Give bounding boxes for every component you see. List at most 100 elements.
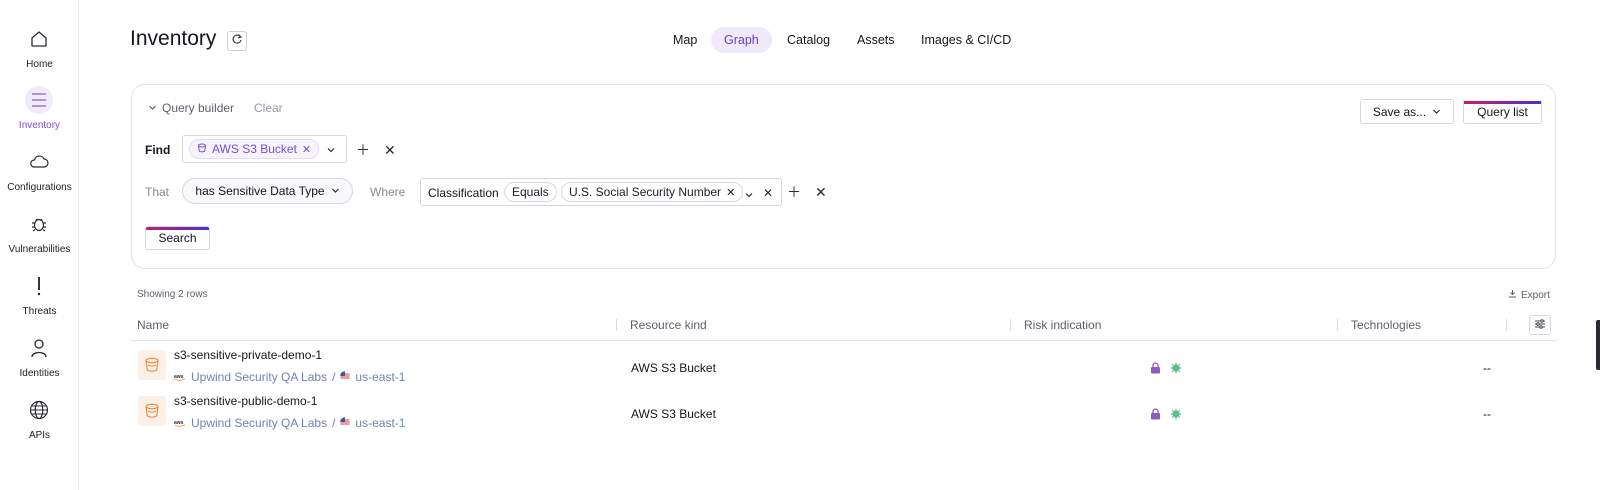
home-icon [25, 25, 53, 53]
risk-indicators [1150, 361, 1182, 379]
sidebar-item-configurations[interactable]: Configurations [0, 148, 79, 206]
resource-kind: AWS S3 Bucket [631, 407, 716, 421]
path-separator: / [332, 370, 336, 384]
sliders-icon [1534, 316, 1546, 334]
sidebar-item-label: Home [26, 59, 53, 70]
table-header: Name Resource kind Risk indication Techn… [131, 313, 1556, 341]
save-as-label: Save as... [1372, 104, 1427, 119]
aws-icon: aws [174, 416, 186, 430]
chevron-down-icon[interactable] [326, 142, 336, 160]
column-divider[interactable] [1337, 319, 1338, 331]
sidebar-item-label: Threats [22, 306, 57, 317]
accent-bar [146, 227, 209, 230]
sidebar-item-inventory[interactable]: Inventory [0, 86, 79, 144]
sidebar-item-home[interactable]: Home [0, 25, 79, 83]
condition-operator-chip[interactable]: Equals [504, 182, 557, 202]
tab-images-cicd[interactable]: Images & CI/CD [908, 27, 1024, 53]
condition-value: U.S. Social Security Number [569, 185, 722, 199]
add-filter-icon[interactable]: ＋ [356, 143, 370, 157]
bucket-icon [138, 396, 166, 426]
cloud-icon [25, 148, 53, 176]
resource-name[interactable]: s3-sensitive-public-demo-1 [174, 394, 317, 408]
tab-assets[interactable]: Assets [844, 27, 908, 53]
download-icon [1508, 289, 1517, 301]
resource-location: aws Upwind Security QA Labs / us-east-1 [174, 416, 405, 430]
page-title: Inventory [130, 27, 217, 50]
table-row[interactable]: s3-sensitive-public-demo-1 aws Upwind Se… [131, 392, 1556, 438]
chevron-down-icon[interactable] [744, 187, 754, 205]
sidebar-item-label: APIs [28, 430, 51, 441]
risk-indicators [1150, 407, 1182, 425]
us-flag-icon [340, 416, 351, 430]
clear-button[interactable]: Clear [254, 101, 283, 115]
sidebar-item-vulnerabilities[interactable]: Vulnerabilities [0, 210, 79, 268]
resource-type-select[interactable]: AWS S3 Bucket ✕ [182, 135, 347, 163]
find-label: Find [145, 143, 171, 157]
resource-name[interactable]: s3-sensitive-private-demo-1 [174, 348, 322, 362]
us-flag-icon [340, 370, 351, 384]
sidebar-item-label: Identities [19, 368, 60, 379]
resource-type-chip: AWS S3 Bucket ✕ [189, 139, 320, 159]
column-divider[interactable] [1010, 319, 1011, 331]
sidebar-item-apis[interactable]: APIs [0, 396, 79, 454]
relation-value: has Sensitive Data Type [195, 184, 325, 198]
tab-map[interactable]: Map [660, 27, 710, 53]
row-count: Showing 2 rows [137, 289, 208, 300]
column-divider[interactable] [616, 319, 617, 331]
sidebar-item-label: Inventory [18, 120, 61, 131]
resource-type-value: AWS S3 Bucket [212, 142, 297, 156]
remove-chip-icon[interactable]: ✕ [302, 143, 311, 156]
person-icon [25, 334, 53, 362]
refresh-button[interactable] [227, 31, 247, 51]
close-icon[interactable]: ✕ [384, 143, 396, 157]
add-condition-icon[interactable]: ＋ [787, 185, 801, 199]
sidebar-item-threats[interactable]: Threats [0, 272, 79, 330]
lock-icon [1150, 407, 1161, 425]
sidebar-item-label: Vulnerabilities [8, 244, 71, 255]
technologies-value: -- [1483, 361, 1491, 375]
tab-catalog[interactable]: Catalog [774, 27, 843, 53]
column-settings-button[interactable] [1529, 315, 1551, 335]
save-as-button[interactable]: Save as... [1360, 99, 1454, 124]
data-sensitive-icon [1170, 361, 1182, 379]
region-name[interactable]: us-east-1 [355, 416, 405, 430]
sidebar-item-label: Configurations [7, 182, 72, 193]
column-divider[interactable] [1506, 319, 1507, 331]
column-header-risk-indication[interactable]: Risk indication [1024, 318, 1101, 332]
search-label: Search [158, 231, 197, 245]
scrollbar-handle[interactable] [1596, 320, 1600, 370]
aws-icon: aws [174, 370, 186, 384]
relation-select[interactable]: has Sensitive Data Type [182, 178, 353, 204]
close-icon[interactable]: ✕ [815, 185, 827, 199]
close-icon[interactable]: ✕ [763, 186, 773, 200]
column-header-name[interactable]: Name [137, 318, 169, 332]
sidebar-item-identities[interactable]: Identities [0, 334, 79, 392]
account-name[interactable]: Upwind Security QA Labs [191, 416, 327, 430]
condition-operator: Equals [512, 185, 549, 199]
export-button[interactable]: Export [1508, 289, 1550, 301]
search-button[interactable]: Search [145, 226, 210, 250]
where-label: Where [370, 185, 406, 199]
condition-field[interactable]: Classification [428, 186, 499, 200]
chevron-down-icon [1432, 105, 1441, 119]
svg-text:aws: aws [174, 420, 184, 426]
remove-chip-icon[interactable]: ✕ [726, 186, 735, 199]
query-list-button[interactable]: Query list [1463, 98, 1542, 124]
table-row[interactable]: s3-sensitive-private-demo-1 aws Upwind S… [131, 346, 1556, 392]
account-name[interactable]: Upwind Security QA Labs [191, 370, 327, 384]
region-name[interactable]: us-east-1 [355, 370, 405, 384]
column-header-resource-kind[interactable]: Resource kind [630, 318, 707, 332]
export-label: Export [1521, 289, 1550, 301]
tab-graph[interactable]: Graph [711, 27, 772, 53]
bug-icon [25, 210, 53, 238]
bucket-icon [138, 350, 166, 380]
condition-editor[interactable]: Classification Equals U.S. Social Securi… [420, 178, 782, 206]
query-builder-panel: Query builder Clear Save as... Query lis… [131, 84, 1556, 269]
query-builder-toggle[interactable]: Query builder [148, 101, 234, 115]
lock-icon [1150, 361, 1161, 379]
accent-bar [1464, 101, 1541, 104]
refresh-icon [231, 32, 243, 50]
column-header-technologies[interactable]: Technologies [1351, 318, 1421, 332]
resource-location: aws Upwind Security QA Labs / us-east-1 [174, 370, 405, 384]
path-separator: / [332, 416, 336, 430]
